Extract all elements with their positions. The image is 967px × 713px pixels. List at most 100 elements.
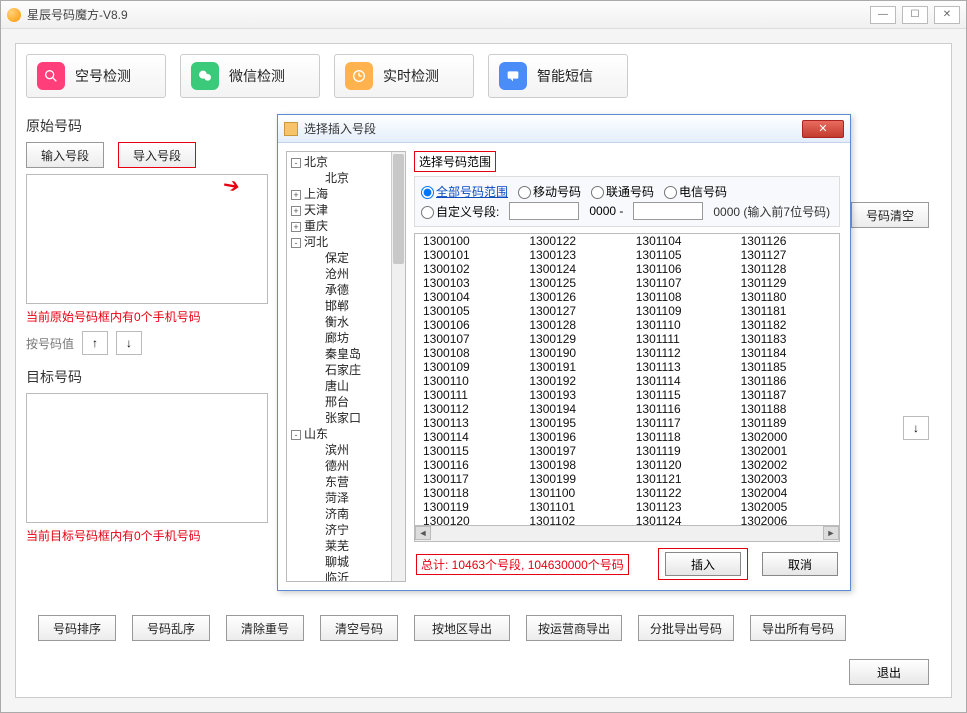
tree-leaf[interactable]: 廊坊 (291, 330, 401, 346)
number-cell[interactable]: 1302004 (733, 486, 839, 500)
number-cell[interactable]: 1301117 (628, 416, 733, 430)
tree-leaf[interactable]: 石家庄 (291, 362, 401, 378)
tree-leaf[interactable]: 北京 (291, 170, 401, 186)
radio-mobile[interactable]: 移动号码 (518, 183, 581, 200)
insert-button[interactable]: 插入 (665, 552, 741, 576)
number-cell[interactable]: 1302002 (733, 458, 839, 472)
number-cell[interactable]: 1300114 (415, 430, 521, 444)
number-cell[interactable]: 1300190 (521, 346, 627, 360)
import-segment-button[interactable]: 导入号段 (118, 142, 196, 168)
custom-to-input[interactable] (633, 202, 703, 220)
province-tree[interactable]: -北京北京+上海+天津+重庆-河北保定沧州承德邯郸衡水廊坊秦皇岛石家庄唐山邢台张… (286, 151, 406, 582)
number-cell[interactable]: 1300116 (415, 458, 521, 472)
number-cell[interactable]: 1301188 (733, 402, 839, 416)
btn-export-batch[interactable]: 分批导出号码 (638, 615, 734, 641)
number-cell[interactable]: 1301128 (733, 262, 839, 276)
cancel-button[interactable]: 取消 (762, 552, 838, 576)
tree-leaf[interactable]: 秦皇岛 (291, 346, 401, 362)
number-cell[interactable]: 1301129 (733, 276, 839, 290)
number-cell[interactable]: 1301108 (628, 290, 733, 304)
tree-leaf[interactable]: 东营 (291, 474, 401, 490)
number-cell[interactable]: 1300193 (521, 388, 627, 402)
number-cell[interactable]: 1301116 (628, 402, 733, 416)
tree-leaf[interactable]: 邯郸 (291, 298, 401, 314)
number-cell[interactable]: 1302005 (733, 500, 839, 514)
number-cell[interactable]: 1301120 (628, 458, 733, 472)
number-cell[interactable]: 1302006 (733, 514, 839, 526)
number-cell[interactable]: 1301109 (628, 304, 733, 318)
tree-leaf[interactable]: 滨州 (291, 442, 401, 458)
number-cell[interactable]: 1301123 (628, 500, 733, 514)
number-cell[interactable]: 1300100 (415, 234, 521, 248)
number-cell[interactable]: 1301112 (628, 346, 733, 360)
number-cell[interactable]: 1300119 (415, 500, 521, 514)
number-cell[interactable]: 1300111 (415, 388, 521, 402)
number-cell[interactable]: 1301104 (628, 234, 733, 248)
maximize-button[interactable]: ☐ (902, 6, 928, 24)
number-cell[interactable]: 1300122 (521, 234, 627, 248)
number-cell[interactable]: 1300115 (415, 444, 521, 458)
number-cell[interactable]: 1300124 (521, 262, 627, 276)
radio-all[interactable]: 全部号码范围 (421, 183, 508, 200)
minimize-button[interactable]: — (870, 6, 896, 24)
number-cell[interactable]: 1300191 (521, 360, 627, 374)
number-cell[interactable]: 1300104 (415, 290, 521, 304)
tab-wechat-detect[interactable]: 微信检测 (180, 54, 320, 98)
btn-export-all[interactable]: 导出所有号码 (750, 615, 846, 641)
number-cell[interactable]: 1301111 (628, 332, 733, 346)
tab-empty-detect[interactable]: 空号检测 (26, 54, 166, 98)
number-cell[interactable]: 1301101 (521, 500, 627, 514)
number-cell[interactable]: 1301107 (628, 276, 733, 290)
number-cell[interactable]: 1300117 (415, 472, 521, 486)
number-cell[interactable]: 1301105 (628, 248, 733, 262)
tree-leaf[interactable]: 邢台 (291, 394, 401, 410)
number-cell[interactable]: 1300113 (415, 416, 521, 430)
tree-leaf[interactable]: 张家口 (291, 410, 401, 426)
target-listbox[interactable] (26, 393, 268, 523)
radio-unicom[interactable]: 联通号码 (591, 183, 654, 200)
number-cell[interactable]: 1302001 (733, 444, 839, 458)
tree-leaf[interactable]: 保定 (291, 250, 401, 266)
number-cell[interactable]: 1301119 (628, 444, 733, 458)
tree-node[interactable]: +重庆 (291, 218, 401, 234)
number-cell[interactable]: 1300106 (415, 318, 521, 332)
tree-leaf[interactable]: 济宁 (291, 522, 401, 538)
number-cell[interactable]: 1301124 (628, 514, 733, 526)
number-cell[interactable]: 1300195 (521, 416, 627, 430)
number-cell[interactable]: 1300107 (415, 332, 521, 346)
close-button[interactable]: ✕ (934, 6, 960, 24)
tree-node[interactable]: -北京 (291, 154, 401, 170)
custom-from-input[interactable] (509, 202, 579, 220)
number-cell[interactable]: 1301127 (733, 248, 839, 262)
number-cell[interactable]: 1301122 (628, 486, 733, 500)
number-cell[interactable]: 1301126 (733, 234, 839, 248)
number-cell[interactable]: 1300110 (415, 374, 521, 388)
number-cell[interactable]: 1301114 (628, 374, 733, 388)
sort-desc-right-button[interactable]: ↓ (903, 416, 929, 440)
exit-button[interactable]: 退出 (849, 659, 929, 685)
tree-node[interactable]: -山东 (291, 426, 401, 442)
number-cell[interactable]: 1302003 (733, 472, 839, 486)
number-cell[interactable]: 1300118 (415, 486, 521, 500)
tree-leaf[interactable]: 衡水 (291, 314, 401, 330)
number-cell[interactable]: 1300198 (521, 458, 627, 472)
input-segment-button[interactable]: 输入号段 (26, 142, 104, 168)
number-cell[interactable]: 1300123 (521, 248, 627, 262)
number-cell[interactable]: 1301113 (628, 360, 733, 374)
btn-dedup[interactable]: 清除重号 (226, 615, 304, 641)
number-cell[interactable]: 1300109 (415, 360, 521, 374)
tree-leaf[interactable]: 沧州 (291, 266, 401, 282)
number-cell[interactable]: 1301100 (521, 486, 627, 500)
number-cell[interactable]: 1300129 (521, 332, 627, 346)
number-table[interactable]: 1300100130012213011041301126130010113001… (414, 233, 840, 526)
number-cell[interactable]: 1300196 (521, 430, 627, 444)
btn-shuffle[interactable]: 号码乱序 (132, 615, 210, 641)
btn-clear[interactable]: 清空号码 (320, 615, 398, 641)
sort-desc-button[interactable]: ↓ (116, 331, 142, 355)
number-cell[interactable]: 1300126 (521, 290, 627, 304)
number-cell[interactable]: 1300101 (415, 248, 521, 262)
number-cell[interactable]: 1301186 (733, 374, 839, 388)
number-cell[interactable]: 1301110 (628, 318, 733, 332)
tree-leaf[interactable]: 聊城 (291, 554, 401, 570)
radio-telecom[interactable]: 电信号码 (664, 183, 727, 200)
